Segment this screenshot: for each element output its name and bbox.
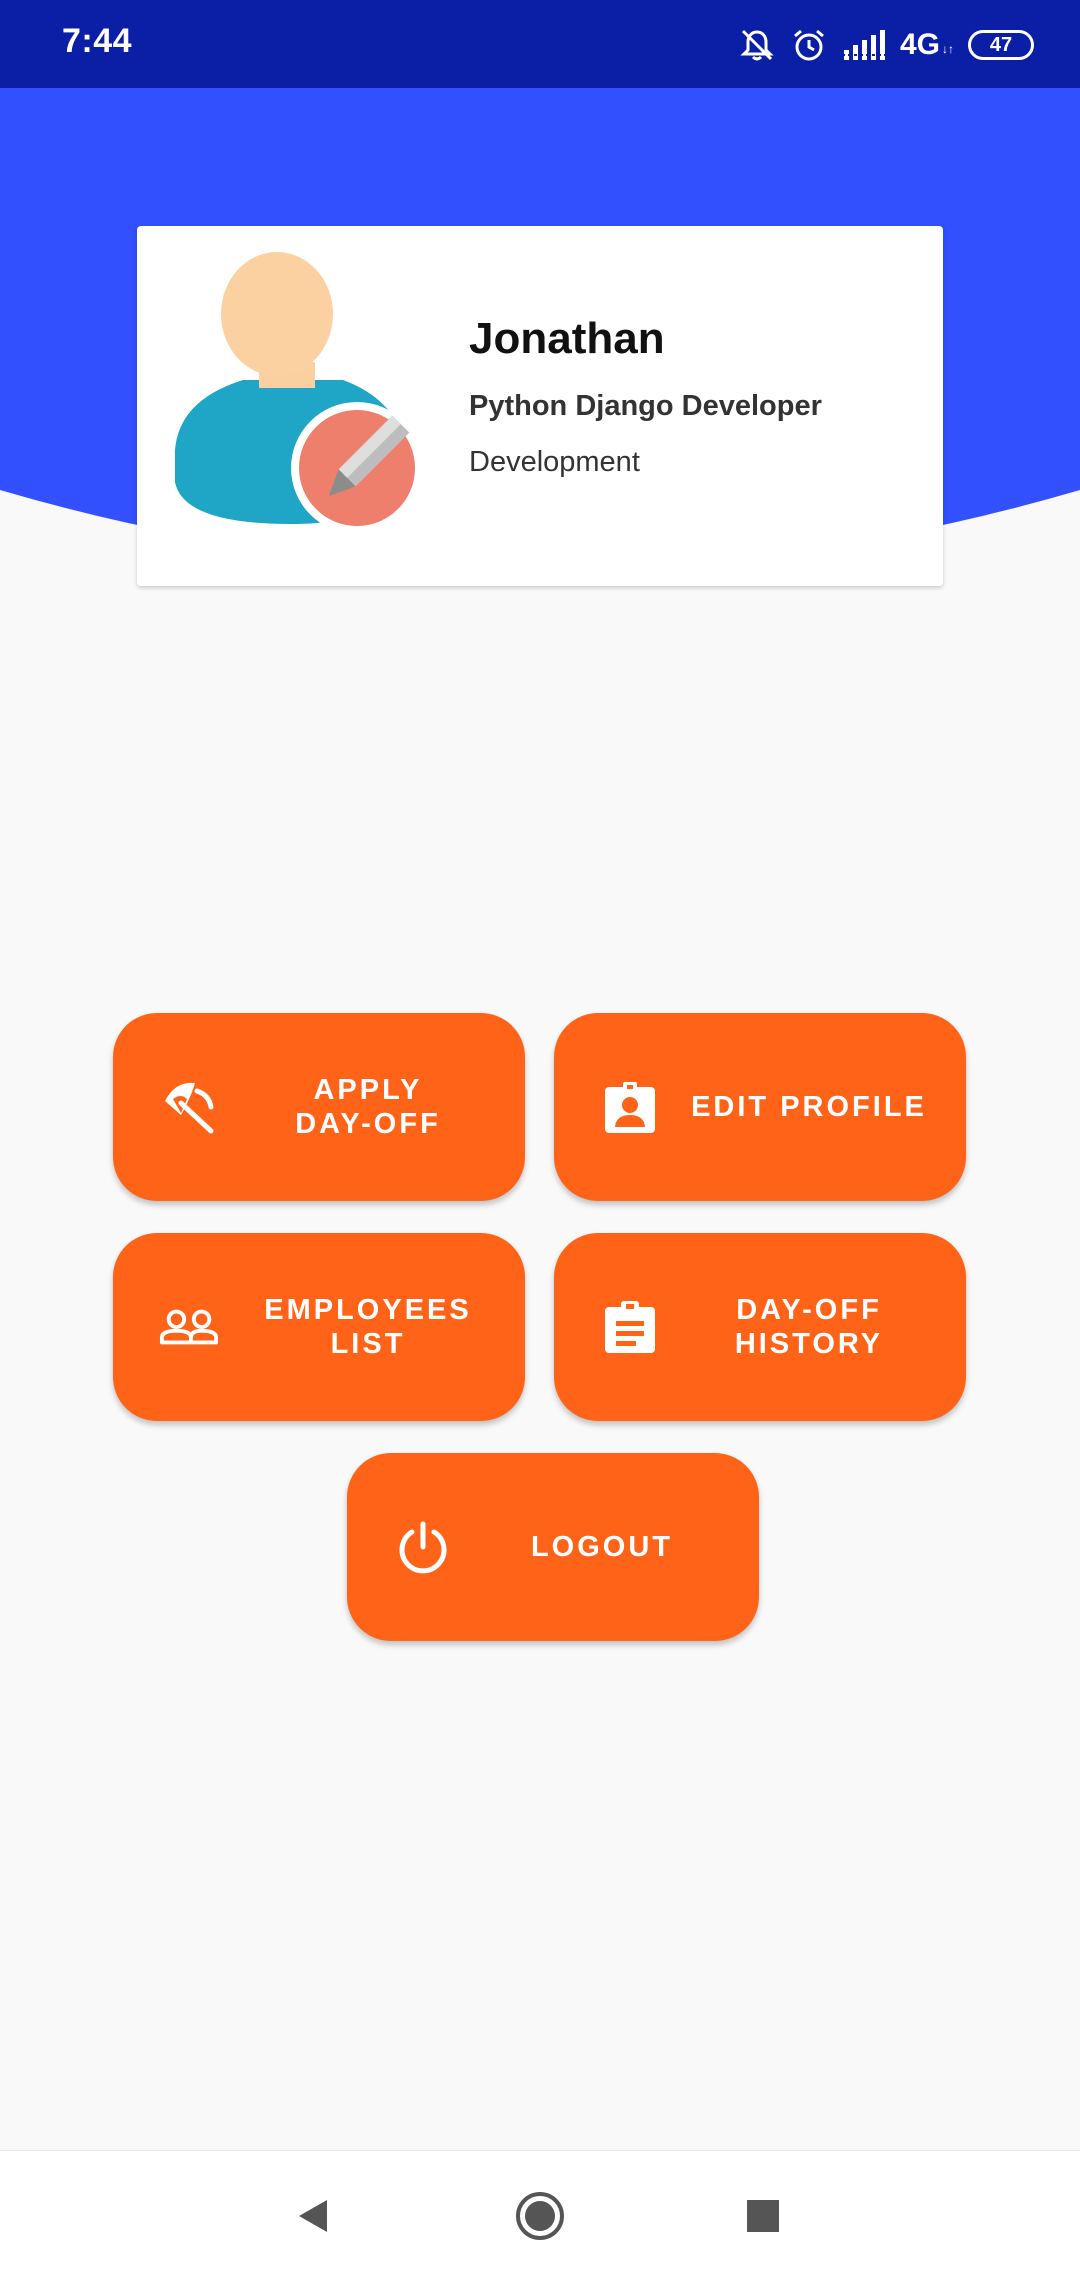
- apply-day-off-label: APPLY DAY-OFF: [295, 1074, 441, 1140]
- back-button[interactable]: [278, 2181, 348, 2251]
- battery-icon: 47: [968, 30, 1034, 60]
- day-off-history-label: DAY-OFF HISTORY: [734, 1294, 884, 1360]
- alarm-icon: [790, 26, 828, 64]
- network-type: 4G ↓↑: [899, 28, 954, 61]
- back-triangle-icon: [299, 2200, 327, 2232]
- beach-umbrella-icon: [159, 1077, 219, 1137]
- avatar[interactable]: [173, 252, 433, 542]
- logout-button[interactable]: LOGOUT: [347, 1453, 759, 1641]
- status-icons: 4G ↓↑ 47: [738, 20, 1034, 70]
- recents-button[interactable]: [728, 2181, 798, 2251]
- status-time: 7:44: [62, 22, 133, 60]
- edit-profile-label: EDIT PROFILE: [691, 1091, 927, 1123]
- navigation-bar: [0, 2150, 1080, 2281]
- status-bar: 7:44 4G ↓↑ 47: [0, 0, 1080, 88]
- profile-name: Jonathan: [469, 314, 665, 363]
- contact-badge-icon: [600, 1077, 660, 1137]
- battery-level: 47: [989, 33, 1013, 56]
- home-button[interactable]: [505, 2181, 575, 2251]
- logout-label: LOGOUT: [530, 1531, 674, 1563]
- recents-square-icon: [747, 2200, 779, 2232]
- profile-department: Development: [469, 446, 640, 478]
- employees-list-label: EMPLOYEES LIST: [264, 1294, 472, 1360]
- people-icon: [159, 1297, 219, 1357]
- employees-list-button[interactable]: EMPLOYEES LIST: [113, 1233, 525, 1421]
- profile-job-title: Python Django Developer: [469, 390, 822, 422]
- edit-profile-button[interactable]: EDIT PROFILE: [554, 1013, 966, 1201]
- signal-icon: [841, 28, 886, 62]
- clipboard-icon: [600, 1297, 660, 1357]
- notifications-muted-icon: [738, 26, 776, 64]
- power-icon: [393, 1517, 453, 1577]
- home-circle-icon: [516, 2192, 564, 2240]
- apply-day-off-button[interactable]: APPLY DAY-OFF: [113, 1013, 525, 1201]
- profile-card: Jonathan Python Django Developer Develop…: [137, 226, 943, 586]
- day-off-history-button[interactable]: DAY-OFF HISTORY: [554, 1233, 966, 1421]
